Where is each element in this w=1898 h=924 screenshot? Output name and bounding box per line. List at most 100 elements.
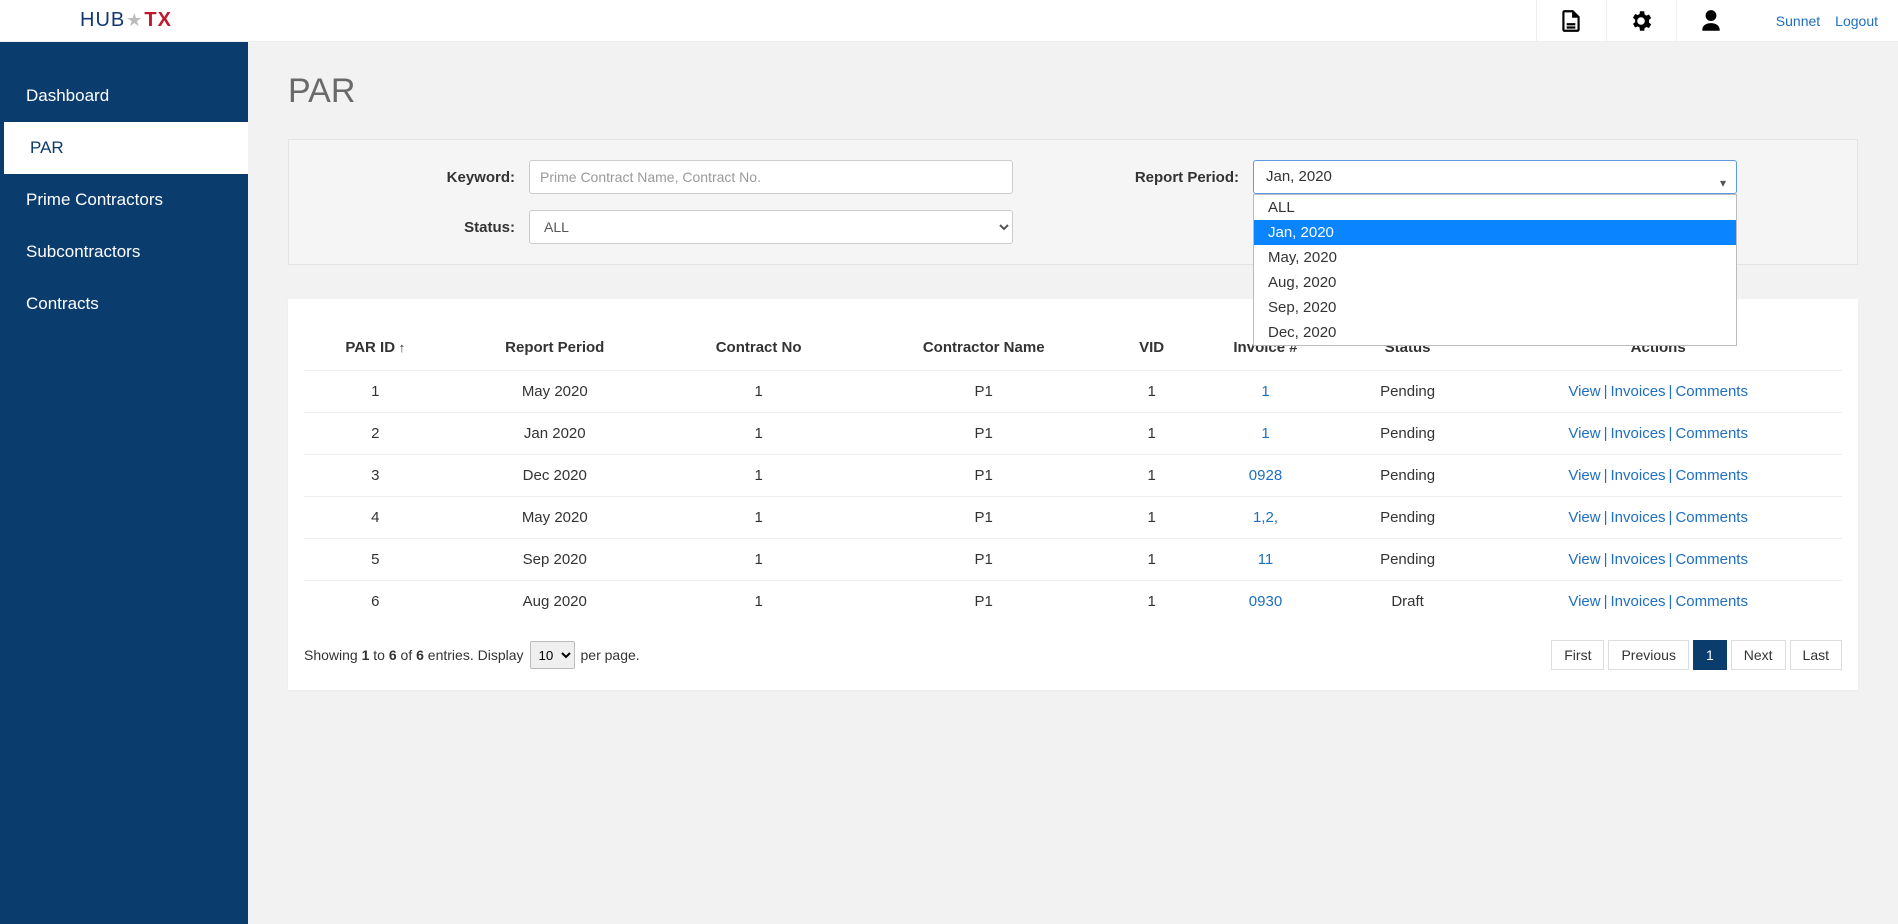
filter-keyword-row: Keyword:: [409, 160, 1013, 194]
logo-tx: TX: [144, 9, 172, 32]
period-option[interactable]: Sep, 2020: [1254, 295, 1736, 320]
cell-contractor: P1: [854, 539, 1113, 581]
period-option[interactable]: Aug, 2020: [1254, 270, 1736, 295]
period-select[interactable]: Jan, 2020: [1253, 160, 1737, 194]
action-view[interactable]: View: [1568, 383, 1600, 400]
cell-period: Sep 2020: [447, 539, 663, 581]
sidebar-item-dashboard[interactable]: Dashboard: [0, 70, 248, 122]
sidebar-item-par[interactable]: PAR: [0, 122, 248, 174]
cell-invoice[interactable]: 0930: [1190, 581, 1341, 623]
showing-text: Showing 1 to 6 of 6 entries. Display: [304, 647, 524, 663]
cell-actions: View|Invoices|Comments: [1474, 371, 1842, 413]
cell-invoice[interactable]: 1,2,: [1190, 497, 1341, 539]
keyword-input[interactable]: [529, 160, 1013, 194]
col-contract-no[interactable]: Contract No: [663, 329, 854, 371]
cell-invoice[interactable]: 11: [1190, 539, 1341, 581]
action-invoices[interactable]: Invoices: [1611, 425, 1666, 442]
cell-contractor: P1: [854, 371, 1113, 413]
period-option[interactable]: ALL: [1254, 195, 1736, 220]
par-table: PAR IDReport PeriodContract NoContractor…: [304, 329, 1842, 622]
filter-status-row: Status: ALL: [409, 210, 1013, 244]
document-icon[interactable]: [1536, 0, 1606, 42]
page-last[interactable]: Last: [1790, 640, 1842, 670]
cell-contractor: P1: [854, 497, 1113, 539]
cell-invoice[interactable]: 1: [1190, 371, 1341, 413]
gear-icon[interactable]: [1606, 0, 1676, 42]
period-option[interactable]: Dec, 2020: [1254, 320, 1736, 345]
period-option[interactable]: May, 2020: [1254, 245, 1736, 270]
period-label: Report Period:: [1133, 169, 1239, 186]
col-vid[interactable]: VID: [1113, 329, 1190, 371]
table-row: 3Dec 20201P110928PendingView|Invoices|Co…: [304, 455, 1842, 497]
action-view[interactable]: View: [1568, 593, 1600, 610]
status-select[interactable]: ALL: [529, 210, 1013, 244]
page-next[interactable]: Next: [1731, 640, 1786, 670]
cell-contract: 1: [663, 581, 854, 623]
action-view[interactable]: View: [1568, 467, 1600, 484]
table-row: 2Jan 20201P111PendingView|Invoices|Comme…: [304, 413, 1842, 455]
cell-period: May 2020: [447, 371, 663, 413]
cell-par-id: 4: [304, 497, 447, 539]
action-invoices[interactable]: Invoices: [1611, 383, 1666, 400]
action-invoices[interactable]: Invoices: [1611, 551, 1666, 568]
cell-contract: 1: [663, 371, 854, 413]
cell-contractor: P1: [854, 455, 1113, 497]
main: PAR Keyword: Status: ALL Report Period:: [248, 42, 1898, 924]
table-row: 6Aug 20201P110930DraftView|Invoices|Comm…: [304, 581, 1842, 623]
page-previous[interactable]: Previous: [1608, 640, 1688, 670]
cell-contractor: P1: [854, 413, 1113, 455]
action-comments[interactable]: Comments: [1675, 509, 1748, 526]
period-select-wrap: Jan, 2020 ALLJan, 2020May, 2020Aug, 2020…: [1253, 160, 1737, 194]
cell-period: Aug 2020: [447, 581, 663, 623]
user-icon[interactable]: [1676, 0, 1746, 42]
period-dropdown: ALLJan, 2020May, 2020Aug, 2020Sep, 2020D…: [1253, 194, 1737, 346]
cell-status: Pending: [1341, 539, 1475, 581]
action-view[interactable]: View: [1568, 509, 1600, 526]
cell-par-id: 3: [304, 455, 447, 497]
cell-status: Pending: [1341, 371, 1475, 413]
user-link[interactable]: Sunnet: [1776, 13, 1820, 29]
logo: HUB ★ TX: [80, 9, 172, 32]
topbar-icons: [1536, 0, 1746, 42]
cell-vid: 1: [1113, 539, 1190, 581]
status-label: Status:: [409, 219, 515, 236]
action-invoices[interactable]: Invoices: [1611, 593, 1666, 610]
page-1[interactable]: 1: [1693, 640, 1727, 670]
action-comments[interactable]: Comments: [1675, 593, 1748, 610]
action-comments[interactable]: Comments: [1675, 467, 1748, 484]
cell-vid: 1: [1113, 413, 1190, 455]
action-comments[interactable]: Comments: [1675, 551, 1748, 568]
col-contractor-name[interactable]: Contractor Name: [854, 329, 1113, 371]
col-report-period[interactable]: Report Period: [447, 329, 663, 371]
action-view[interactable]: View: [1568, 425, 1600, 442]
logout-link[interactable]: Logout: [1835, 13, 1878, 29]
period-option[interactable]: Jan, 2020: [1254, 220, 1736, 245]
cell-par-id: 5: [304, 539, 447, 581]
per-page-select[interactable]: 10: [530, 641, 575, 669]
logo-hub: HUB: [80, 9, 125, 32]
cell-vid: 1: [1113, 371, 1190, 413]
page-title: PAR: [288, 72, 1858, 111]
action-comments[interactable]: Comments: [1675, 425, 1748, 442]
action-invoices[interactable]: Invoices: [1611, 509, 1666, 526]
cell-actions: View|Invoices|Comments: [1474, 581, 1842, 623]
topbar-links: Sunnet Logout: [1776, 13, 1878, 29]
cell-invoice[interactable]: 0928: [1190, 455, 1341, 497]
action-view[interactable]: View: [1568, 551, 1600, 568]
per-page-suffix: per page.: [581, 647, 640, 663]
cell-contract: 1: [663, 413, 854, 455]
action-invoices[interactable]: Invoices: [1611, 467, 1666, 484]
sidebar-item-subcontractors[interactable]: Subcontractors: [0, 226, 248, 278]
sidebar-item-prime-contractors[interactable]: Prime Contractors: [0, 174, 248, 226]
cell-invoice[interactable]: 1: [1190, 413, 1341, 455]
action-comments[interactable]: Comments: [1675, 383, 1748, 400]
layout: DashboardPARPrime ContractorsSubcontract…: [0, 42, 1898, 924]
page-first[interactable]: First: [1551, 640, 1604, 670]
cell-period: May 2020: [447, 497, 663, 539]
filter-col-right: Report Period: Jan, 2020 ALLJan, 2020May…: [1133, 160, 1737, 244]
cell-status: Pending: [1341, 497, 1475, 539]
col-par-id[interactable]: PAR ID: [304, 329, 447, 371]
cell-par-id: 1: [304, 371, 447, 413]
sidebar-item-contracts[interactable]: Contracts: [0, 278, 248, 330]
table-row: 4May 20201P111,2,PendingView|Invoices|Co…: [304, 497, 1842, 539]
